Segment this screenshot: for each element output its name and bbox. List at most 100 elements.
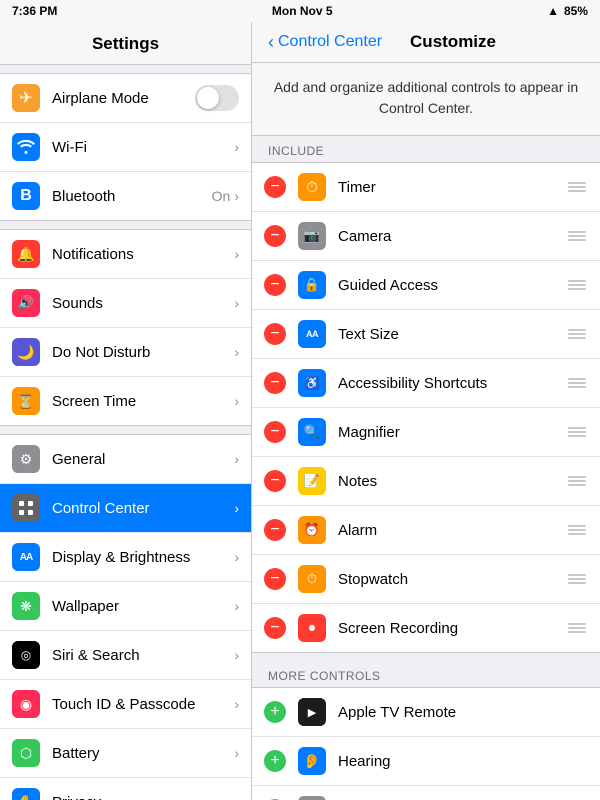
remove-guided-access-button[interactable]: − (264, 274, 286, 296)
control-item-camera[interactable]: − 📷 Camera (252, 212, 600, 261)
sidebar: Settings ✈ Airplane Mode Wi-Fi › B Bluet… (0, 22, 252, 800)
screen-time-label: Screen Time (52, 393, 230, 410)
control-item-text-size[interactable]: − AA Text Size (252, 310, 600, 359)
timer-icon: ⏱ (298, 173, 326, 201)
notes-icon: 📝 (298, 467, 326, 495)
camera-drag-handle[interactable] (566, 231, 588, 241)
sidebar-item-airplane-mode[interactable]: ✈ Airplane Mode (0, 74, 251, 123)
back-button[interactable]: ‹ Control Center (268, 33, 382, 51)
sidebar-item-battery[interactable]: ⬡ Battery › (0, 729, 251, 778)
control-item-accessibility[interactable]: − ♿ Accessibility Shortcuts (252, 359, 600, 408)
description-text: Add and organize additional controls to … (274, 79, 578, 116)
remove-alarm-button[interactable]: − (264, 519, 286, 541)
control-center-label: Control Center (52, 500, 230, 517)
sidebar-item-bluetooth[interactable]: B Bluetooth On › (0, 172, 251, 220)
back-chevron-icon: ‹ (268, 33, 274, 51)
general-icon: ⚙ (12, 445, 40, 473)
sidebar-item-do-not-disturb[interactable]: 🌙 Do Not Disturb › (0, 328, 251, 377)
sidebar-item-control-center[interactable]: Control Center › (0, 484, 251, 533)
wifi-icon (12, 133, 40, 161)
remove-notes-button[interactable]: − (264, 470, 286, 492)
screen-recording-drag-handle[interactable] (566, 623, 588, 633)
sidebar-item-notifications[interactable]: 🔔 Notifications › (0, 230, 251, 279)
sounds-icon: 🔊 (12, 289, 40, 317)
text-size-label: Text Size (338, 326, 566, 343)
more-controls-header: MORE CONTROLS (252, 661, 600, 687)
sidebar-item-siri-search[interactable]: ◎ Siri & Search › (0, 631, 251, 680)
control-item-timer[interactable]: − ⏱ Timer (252, 163, 600, 212)
stopwatch-label: Stopwatch (338, 571, 566, 588)
control-item-stopwatch[interactable]: − ⏱ Stopwatch (252, 555, 600, 604)
airplane-mode-icon: ✈ (12, 84, 40, 112)
bluetooth-status: On (212, 188, 231, 204)
notes-label: Notes (338, 473, 566, 490)
airplane-mode-label: Airplane Mode (52, 90, 195, 107)
guided-access-drag-handle[interactable] (566, 280, 588, 290)
control-item-screen-recording[interactable]: − ⏺ Screen Recording (252, 604, 600, 652)
apple-tv-remote-label: Apple TV Remote (338, 704, 588, 721)
sidebar-item-wallpaper[interactable]: ❋ Wallpaper › (0, 582, 251, 631)
guided-access-label: Guided Access (338, 277, 566, 294)
battery-percent: 85% (564, 4, 588, 18)
accessibility-drag-handle[interactable] (566, 378, 588, 388)
screen-recording-label: Screen Recording (338, 620, 566, 637)
sidebar-item-sounds[interactable]: 🔊 Sounds › (0, 279, 251, 328)
remove-stopwatch-button[interactable]: − (264, 568, 286, 590)
sidebar-item-wifi[interactable]: Wi-Fi › (0, 123, 251, 172)
sidebar-group-notifications: 🔔 Notifications › 🔊 Sounds › 🌙 Do Not Di… (0, 229, 251, 426)
guided-access-icon: 🔒 (298, 271, 326, 299)
magnifier-drag-handle[interactable] (566, 427, 588, 437)
more-list: + ▶ Apple TV Remote + 👂 Hearing + ▦ Scan… (252, 687, 600, 800)
do-not-disturb-icon: 🌙 (12, 338, 40, 366)
battery-icon: ⬡ (12, 739, 40, 767)
sidebar-item-display-brightness[interactable]: AA Display & Brightness › (0, 533, 251, 582)
do-not-disturb-label: Do Not Disturb (52, 344, 230, 361)
text-size-drag-handle[interactable] (566, 329, 588, 339)
remove-screen-recording-button[interactable]: − (264, 617, 286, 639)
remove-timer-button[interactable]: − (264, 176, 286, 198)
sidebar-item-touch-id[interactable]: ◉ Touch ID & Passcode › (0, 680, 251, 729)
screen-time-icon: ⏳ (12, 387, 40, 415)
touch-id-icon: ◉ (12, 690, 40, 718)
notes-drag-handle[interactable] (566, 476, 588, 486)
apple-tv-remote-icon: ▶ (298, 698, 326, 726)
touch-id-label: Touch ID & Passcode (52, 696, 230, 713)
sidebar-item-screen-time[interactable]: ⏳ Screen Time › (0, 377, 251, 425)
add-hearing-button[interactable]: + (264, 750, 286, 772)
wallpaper-label: Wallpaper (52, 598, 230, 615)
remove-magnifier-button[interactable]: − (264, 421, 286, 443)
include-header: INCLUDE (252, 136, 600, 162)
remove-camera-button[interactable]: − (264, 225, 286, 247)
airplane-mode-toggle[interactable] (195, 85, 239, 111)
notifications-icon: 🔔 (12, 240, 40, 268)
sidebar-title: Settings (0, 22, 251, 65)
sounds-label: Sounds (52, 295, 230, 312)
control-item-hearing[interactable]: + 👂 Hearing (252, 737, 600, 786)
notifications-label: Notifications (52, 246, 230, 263)
control-item-notes[interactable]: − 📝 Notes (252, 457, 600, 506)
main-content: Settings ✈ Airplane Mode Wi-Fi › B Bluet… (0, 22, 600, 800)
display-brightness-icon: AA (12, 543, 40, 571)
remove-text-size-button[interactable]: − (264, 323, 286, 345)
bluetooth-icon: B (12, 182, 40, 210)
control-item-scan-qr[interactable]: + ▦ Scan QR Code (252, 786, 600, 800)
sidebar-item-privacy[interactable]: ✋ Privacy › (0, 778, 251, 800)
alarm-icon: ⏰ (298, 516, 326, 544)
add-apple-tv-remote-button[interactable]: + (264, 701, 286, 723)
control-item-alarm[interactable]: − ⏰ Alarm (252, 506, 600, 555)
control-item-apple-tv-remote[interactable]: + ▶ Apple TV Remote (252, 688, 600, 737)
control-item-magnifier[interactable]: − 🔍 Magnifier (252, 408, 600, 457)
remove-accessibility-button[interactable]: − (264, 372, 286, 394)
accessibility-label: Accessibility Shortcuts (338, 375, 566, 392)
sidebar-item-general[interactable]: ⚙ General › (0, 435, 251, 484)
bluetooth-label: Bluetooth (52, 188, 208, 205)
privacy-icon: ✋ (12, 788, 40, 800)
stopwatch-drag-handle[interactable] (566, 574, 588, 584)
status-right: ▲ 85% (547, 4, 588, 18)
more-controls-section: MORE CONTROLS + ▶ Apple TV Remote + 👂 He… (252, 661, 600, 800)
privacy-label: Privacy (52, 794, 230, 800)
stopwatch-icon: ⏱ (298, 565, 326, 593)
timer-drag-handle[interactable] (566, 182, 588, 192)
alarm-drag-handle[interactable] (566, 525, 588, 535)
control-item-guided-access[interactable]: − 🔒 Guided Access (252, 261, 600, 310)
